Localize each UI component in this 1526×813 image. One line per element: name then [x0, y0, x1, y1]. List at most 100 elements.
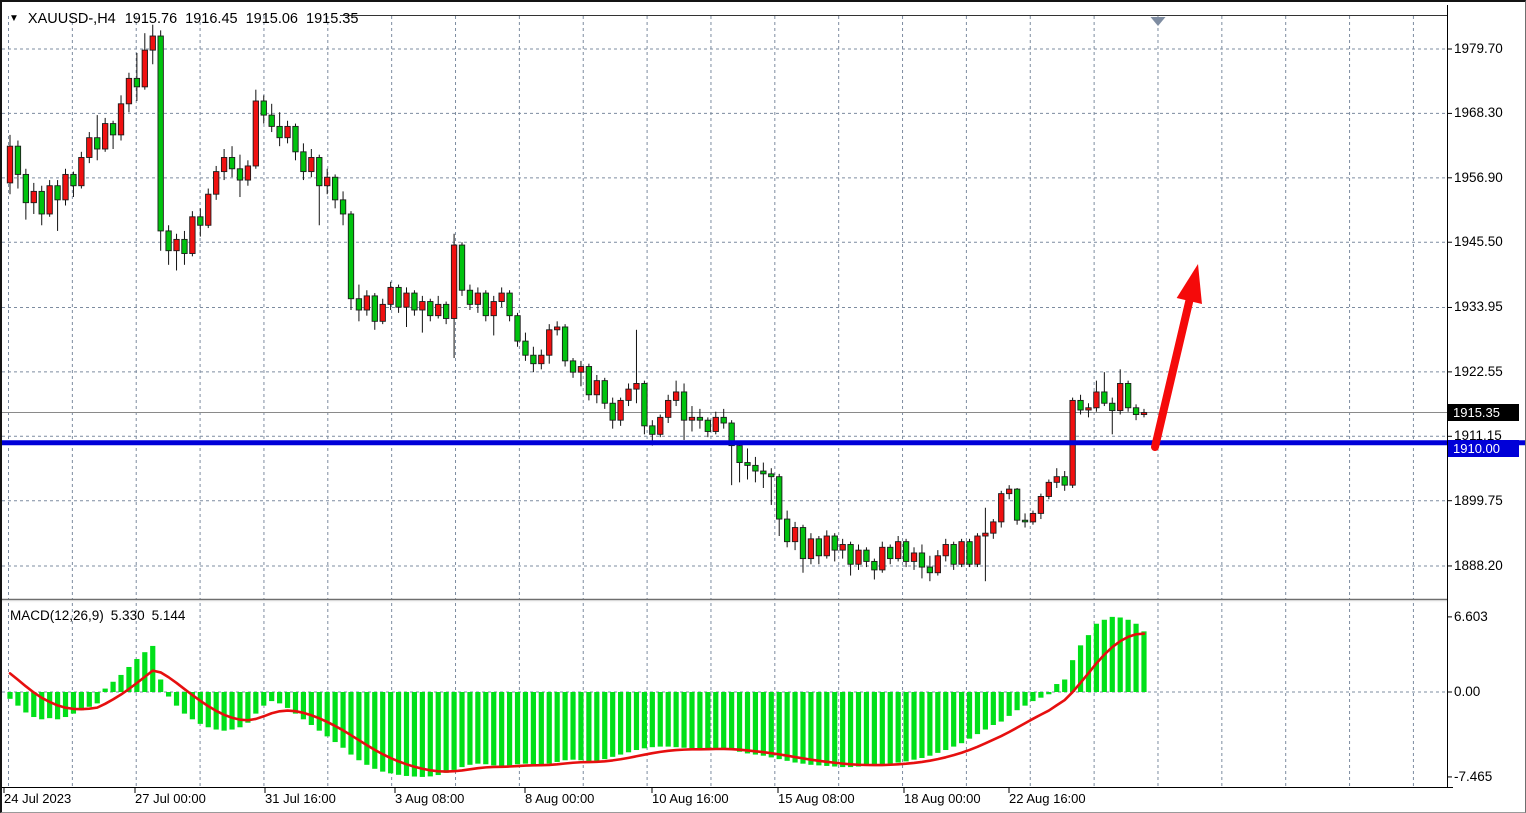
candle-bearish: [586, 367, 591, 395]
candle-bearish: [412, 293, 417, 310]
macd-bar: [705, 692, 710, 749]
macd-bar: [103, 689, 108, 692]
price-axis-label: 1945.50: [1454, 234, 1503, 249]
candle-bearish: [39, 191, 44, 214]
macd-bar: [999, 692, 1004, 722]
macd-bar: [222, 692, 227, 731]
candle-bullish: [713, 417, 718, 431]
price-axis-label: 1922.55: [1454, 364, 1503, 379]
candle-bearish: [467, 290, 472, 304]
candle-bullish: [31, 191, 36, 202]
candle-bullish: [1046, 482, 1051, 496]
macd-bar: [523, 692, 528, 764]
candle-bearish: [317, 157, 322, 185]
macd-bar: [610, 692, 615, 757]
price-axis-label: 1956.90: [1454, 170, 1503, 185]
candle-bearish: [269, 115, 274, 126]
macd-bar: [1022, 692, 1027, 706]
candle-bullish: [689, 417, 694, 420]
candle-bearish: [570, 361, 575, 372]
candle-bearish: [1022, 520, 1027, 522]
macd-bar: [87, 692, 92, 707]
macd-bar: [237, 692, 242, 727]
macd-bar: [666, 692, 671, 747]
trend-arrow-annotation[interactable]: [1155, 264, 1202, 447]
macd-bar: [903, 692, 908, 761]
macd-bar: [983, 692, 988, 730]
macd-bar: [911, 692, 916, 760]
macd-bar: [872, 692, 877, 765]
macd-bar: [674, 692, 679, 747]
candles: [7, 25, 1146, 581]
macd-bar: [388, 692, 393, 773]
candle-bearish: [483, 293, 488, 316]
candle-bearish: [642, 383, 647, 425]
candle-bearish: [800, 528, 805, 559]
candle-bearish: [1125, 383, 1130, 407]
candle-bearish: [507, 293, 512, 316]
time-axis-label: 3 Aug 08:00: [395, 791, 464, 806]
macd-bar: [63, 692, 68, 717]
candle-bullish: [206, 194, 211, 225]
macd-bar: [451, 692, 456, 770]
candle-bullish: [150, 36, 155, 50]
candle-bullish: [118, 104, 123, 135]
candle-bearish: [784, 519, 789, 542]
chart-window: ▼ XAUUSD-,H4 1915.76 1916.45 1915.06 191…: [0, 0, 1526, 813]
macd-name: MACD(12,26,9): [10, 608, 104, 623]
macd-bar: [919, 692, 924, 758]
candle-bearish: [301, 152, 306, 172]
candle-bullish: [991, 522, 996, 533]
candle-bearish: [864, 550, 869, 561]
macd-bar: [47, 692, 52, 718]
candle-bullish: [63, 174, 68, 199]
macd-bar: [555, 692, 560, 762]
candle-bearish: [967, 542, 972, 565]
candle-bearish: [332, 177, 337, 200]
macd-bar: [261, 692, 266, 706]
candle-bullish: [658, 417, 663, 434]
macd-bar: [935, 692, 940, 753]
macd-bar: [951, 692, 956, 747]
arrow-head[interactable]: [1177, 264, 1202, 304]
candle-bearish: [459, 245, 464, 290]
chart-canvas[interactable]: [2, 2, 1526, 813]
candle-bullish: [554, 327, 559, 330]
macd-bar: [1126, 620, 1131, 692]
arrow-shaft[interactable]: [1155, 295, 1191, 447]
chart-frame: [2, 5, 1453, 793]
macd-bar: [1038, 692, 1043, 698]
price-axis-label: 1899.75: [1454, 493, 1503, 508]
candle-bearish: [769, 474, 774, 477]
macd-bar: [269, 692, 274, 701]
macd-bar: [412, 692, 417, 777]
candle-bearish: [1133, 408, 1138, 415]
candle-bullish: [142, 50, 147, 87]
macd-bar: [975, 692, 980, 734]
candle-bearish: [348, 214, 353, 299]
macd-bar: [467, 692, 472, 765]
macd-bar: [626, 692, 631, 752]
price-axis-label: 1979.70: [1454, 41, 1503, 56]
candle-bearish: [515, 316, 520, 341]
candle-bullish: [126, 78, 131, 103]
candle-bearish: [816, 539, 821, 556]
candle-bearish: [562, 327, 567, 361]
macd-bar: [459, 692, 464, 767]
candle-bearish: [753, 465, 758, 471]
macd-bar: [23, 692, 28, 712]
candle-bullish: [539, 355, 544, 363]
chart-shift-marker-icon[interactable]: [1151, 17, 1166, 26]
macd-bar: [539, 692, 544, 765]
macd-bar: [745, 692, 750, 753]
macd-bar: [364, 692, 369, 765]
macd-bar: [499, 692, 504, 766]
macd-bar: [642, 692, 647, 748]
candle-bearish: [832, 536, 837, 550]
macd-bar: [166, 692, 171, 697]
macd-bar: [174, 692, 179, 706]
macd-bar: [1007, 692, 1012, 716]
macd-bar: [31, 692, 36, 717]
macd-bar: [856, 692, 861, 767]
macd-histogram: [7, 617, 1146, 777]
